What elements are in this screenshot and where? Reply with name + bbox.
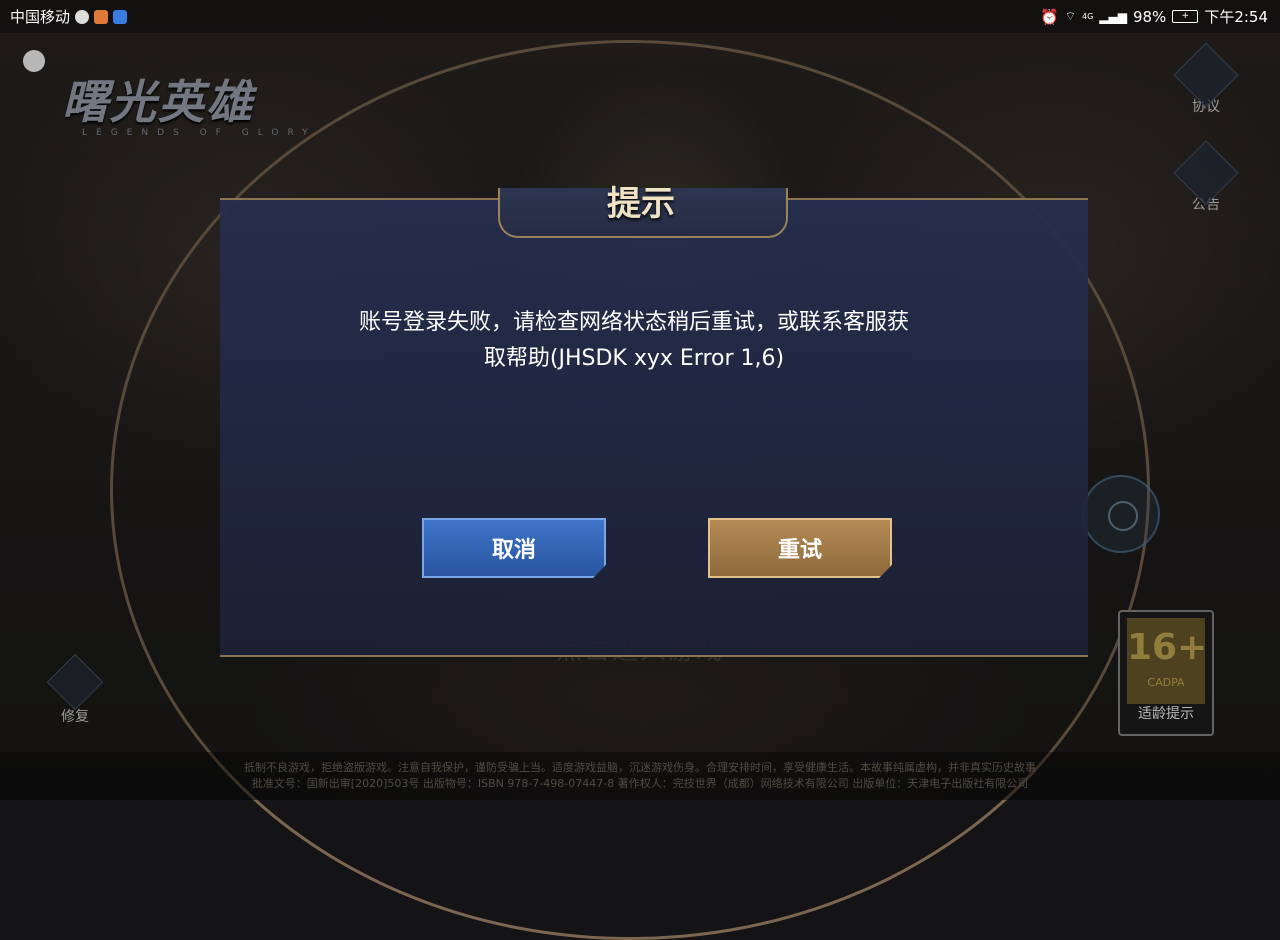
network-type: 4G [1081, 12, 1094, 21]
wifi-icon: ⌔ [1064, 9, 1076, 23]
legal-footer: 抵制不良游戏，拒绝盗版游戏。注意自我保护，谨防受骗上当。适度游戏益脑，沉迷游戏伤… [0, 752, 1280, 800]
footer-line1: 抵制不良游戏，拒绝盗版游戏。注意自我保护，谨防受骗上当。适度游戏益脑，沉迷游戏伤… [244, 761, 1036, 774]
android-status-bar: 中国移动 ⏰ ⌔ 4G ▂▄▆ 98% + 下午2:54 [0, 0, 1280, 33]
retry-button[interactable]: 重试 [708, 518, 892, 578]
carrier-name: 中国移动 [10, 8, 71, 26]
dialog-message-line1: 账号登录失败，请检查网络状态稍后重试，或联系客服获 [358, 310, 909, 335]
cancel-button[interactable]: 取消 [422, 518, 606, 578]
signal-icon: ▂▄▆ [1099, 9, 1127, 24]
browser-app-icon [113, 9, 128, 24]
cancel-button-label: 取消 [491, 538, 536, 563]
login-error-dialog [220, 198, 1088, 657]
retry-button-label: 重试 [777, 538, 822, 563]
battery-percent: 98% [1132, 7, 1167, 26]
clock: 下午2:54 [1204, 8, 1268, 26]
footer-line2: 批准文号：国新出审[2020]503号 出版物号：ISBN 978-7-498-… [251, 777, 1029, 790]
battery-icon: + [1172, 10, 1199, 23]
alarm-icon: ⏰ [1040, 7, 1059, 26]
chat-icon [75, 9, 90, 24]
dialog-message: 账号登录失败，请检查网络状态稍后重试，或联系客服获 取帮助(JHSDK xyx … [320, 305, 948, 377]
dialog-message-line2: 取帮助(JHSDK xyx Error 1,6) [483, 346, 785, 371]
media-app-icon [94, 9, 109, 24]
dialog-title: 提示 [607, 184, 675, 224]
